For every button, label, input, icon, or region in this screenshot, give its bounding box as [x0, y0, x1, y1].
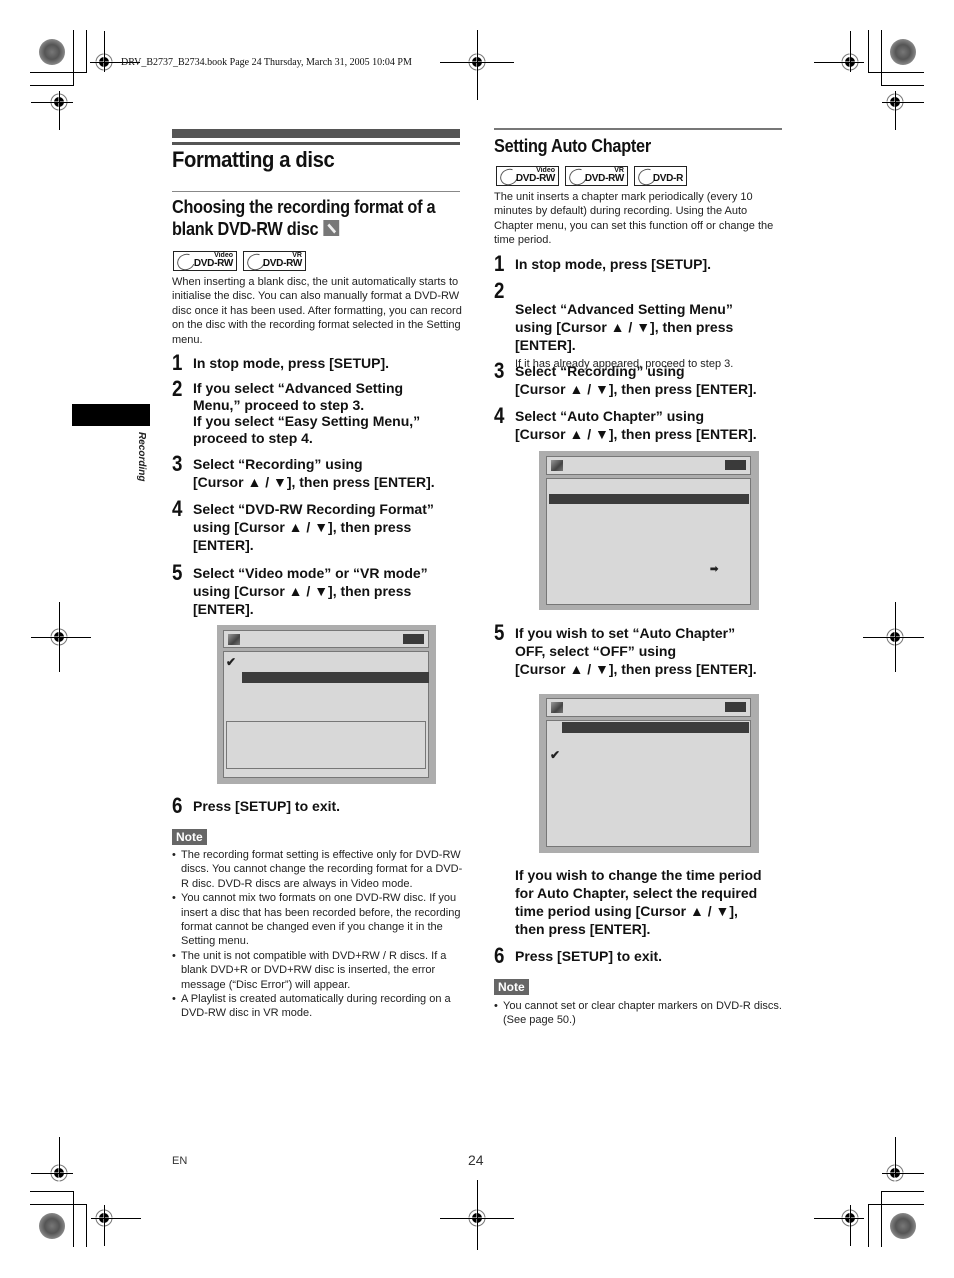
- section-tab-marker: [72, 404, 150, 426]
- osd-header: [546, 698, 751, 717]
- osd-info-box: [226, 721, 426, 769]
- section-title-auto-chapter: Setting Auto Chapter: [494, 135, 651, 156]
- badge-dvd-r: DVD-R: [634, 165, 687, 189]
- osd-header: [546, 456, 751, 475]
- osd-header: [223, 630, 429, 648]
- note-item: A Playlist is created automatically duri…: [172, 992, 464, 1021]
- osd-body: ➡: [546, 478, 751, 605]
- note-item: The unit is not compatible with DVD+RW /…: [172, 949, 464, 992]
- section-title-recording-format: Choosing the recording format of a blank…: [172, 196, 454, 240]
- osd-header-indicator: [403, 634, 424, 644]
- intro-paragraph: The unit inserts a chapter mark periodic…: [494, 191, 774, 247]
- arrow-right-icon: ➡: [710, 564, 719, 575]
- setup-icon: [551, 460, 563, 471]
- divider: [172, 191, 460, 192]
- check-icon: ✔: [226, 655, 237, 669]
- osd-screen-recording-format: ✔: [217, 625, 436, 784]
- setup-icon: [228, 634, 240, 645]
- badge-dvd-rw-video: Video DVD-RW: [173, 250, 237, 274]
- osd-highlight-row: [562, 722, 749, 733]
- divider: [494, 128, 782, 130]
- color-target-disc: [39, 1213, 65, 1239]
- osd-header-indicator: [725, 702, 746, 712]
- badge-dvd-rw-video: Video DVD-RW: [496, 165, 559, 189]
- color-target-disc: [890, 1213, 916, 1239]
- section-tab-label: Recording: [136, 432, 147, 482]
- note-item: You cannot set or clear chapter markers …: [494, 999, 786, 1028]
- osd-screen-auto-chapter-options: ✔: [539, 694, 759, 853]
- note-list: You cannot set or clear chapter markers …: [494, 999, 786, 1028]
- setup-icon: [551, 702, 563, 713]
- osd-body: ✔: [223, 651, 429, 778]
- intro-paragraph: When inserting a blank disc, the unit au…: [172, 276, 462, 346]
- note-item: The recording format setting is effectiv…: [172, 848, 464, 891]
- note-label: Note: [172, 829, 207, 845]
- page-title: Formatting a disc: [172, 147, 335, 172]
- language-code: EN: [172, 1155, 188, 1167]
- color-target-disc: [39, 39, 65, 65]
- note-label: Note: [494, 979, 529, 995]
- page-number: 24: [468, 1152, 484, 1168]
- note-list: The recording format setting is effectiv…: [172, 848, 464, 1021]
- check-icon: ✔: [550, 748, 561, 762]
- osd-screen-auto-chapter-menu: ➡: [539, 451, 759, 610]
- color-target-disc: [890, 39, 916, 65]
- title-bar: [172, 129, 460, 138]
- note-item: You cannot mix two formats on one DVD-RW…: [172, 891, 464, 949]
- osd-highlight-row: [242, 672, 429, 683]
- wrench-icon: [323, 220, 340, 236]
- osd-header-indicator: [725, 460, 746, 470]
- badge-dvd-rw-vr: VR DVD-RW: [565, 165, 628, 189]
- osd-highlight-row: [549, 494, 749, 504]
- badge-dvd-rw-vr: VR DVD-RW: [243, 250, 306, 274]
- title-bar-thin: [172, 142, 460, 145]
- osd-body: ✔: [546, 720, 751, 847]
- section-title-text: Choosing the recording format of a blank…: [172, 196, 436, 239]
- print-header: DRV_B2737_B2734.book Page 24 Thursday, M…: [121, 57, 412, 68]
